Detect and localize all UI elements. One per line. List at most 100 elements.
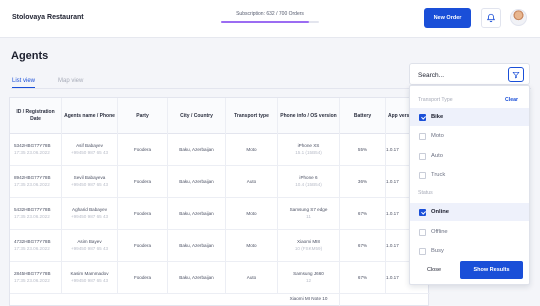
option-label: Auto — [431, 153, 443, 159]
tab-map-view[interactable]: Map view — [58, 78, 83, 84]
battery-cell: 67% — [340, 262, 386, 294]
option-label: Busy — [431, 248, 444, 254]
phone-info-cell: iPhone 6 10.4 (15B54) — [278, 166, 340, 198]
col-agent[interactable]: Agents name / Phone — [62, 98, 118, 134]
agent-id-cell: 2845HBG77Y78B 17:35 23.06.2022 — [10, 262, 62, 294]
phone-info-cell: Samsung S7 edge 11 — [278, 198, 340, 230]
party-cell: Foodera — [118, 262, 168, 294]
battery-cell: 67% — [340, 198, 386, 230]
phone-info-cell: Samsung J660 12 — [278, 262, 340, 294]
phone-info-cell: Xiaomi MI8 10 (FSKM59) — [278, 230, 340, 262]
device-model: Xiaomi MI8 — [297, 239, 320, 245]
bell-icon — [486, 13, 496, 23]
agent-phone: +99450 987 65 43 — [70, 246, 109, 251]
agent-phone: +99450 987 65 43 — [70, 278, 109, 283]
col-id[interactable]: ID / Registration Date — [10, 98, 62, 134]
new-order-button[interactable]: New Order — [424, 8, 471, 28]
agent-id: 2845HBG77Y78B — [14, 271, 51, 277]
table-row[interactable]: 5432HBG77Y78B 17:35 23.06.2022 Agharid Ba… — [10, 198, 430, 230]
filter-option-moto[interactable]: Moto — [410, 127, 529, 145]
checkbox-checked[interactable] — [419, 113, 426, 121]
col-city[interactable]: City / Country — [168, 98, 226, 134]
os-version: 12 — [305, 278, 312, 283]
os-version: 15.1 (15B54) — [295, 150, 322, 155]
transport-cell: Auto — [226, 262, 278, 294]
checkbox[interactable] — [419, 132, 426, 140]
os-version: 11 — [306, 214, 311, 219]
checkbox[interactable] — [419, 152, 426, 160]
filter-option-busy[interactable]: Busy — [410, 242, 529, 260]
os-version: 10.4 (15B54) — [295, 182, 322, 187]
subscription-text: Subscription: 632 / 700 Orders — [236, 11, 304, 17]
table-row[interactable]: 5342HBG77Y78B 17:35 23.06.2022 Asif Babay… — [10, 134, 430, 166]
top-bar: Stolovaya Restaurant Subscription: 632 /… — [0, 0, 540, 38]
registration-date: 17:35 23.06.2022 — [14, 150, 50, 155]
filter-dropdown: Transport Type Clear Bike Moto Auto Truc… — [409, 85, 530, 285]
agent-id: 4732HBG77Y78B — [14, 239, 51, 245]
status-heading: Status — [418, 190, 433, 196]
agent-phone: +99450 987 65 43 — [70, 150, 109, 155]
page-title: Agents — [11, 50, 49, 62]
table-header: ID / Registration Date Agents name / Pho… — [10, 98, 430, 134]
phone-info-cell: iPhone XS 15.1 (15B54) — [278, 134, 340, 166]
transport-cell: Moto — [226, 198, 278, 230]
city-cell: Baku, Azerbaijan — [168, 166, 226, 198]
subscription-progress-fill — [221, 21, 310, 23]
agent-name-cell: Asim Bayev +99450 987 65 43 — [62, 230, 118, 262]
search-input[interactable] — [418, 69, 498, 81]
filter-option-truck[interactable]: Truck — [410, 166, 529, 184]
agent-name-cell: Agharid Babayev +99450 987 65 43 — [62, 198, 118, 230]
agent-id-cell: 8942HBG77Y78B 17:35 23.06.2022 — [10, 166, 62, 198]
col-transport[interactable]: Transport type — [226, 98, 278, 134]
battery-cell: 67% — [340, 230, 386, 262]
table-row[interactable]: 4732HBG77Y78B 17:35 23.06.2022 Asim Bayev… — [10, 230, 430, 262]
filter-option-offline[interactable]: Offline — [410, 223, 529, 241]
option-label: Offline — [431, 229, 448, 235]
battery-cell: 36% — [340, 166, 386, 198]
agent-phone: +99450 987 65 43 — [70, 214, 109, 219]
agent-id-cell: 5432HBG77Y78B 17:35 23.06.2022 — [10, 198, 62, 230]
device-model: Xiaomi MI Note 10 — [289, 296, 328, 301]
option-label: Moto — [431, 133, 444, 139]
tab-list-view[interactable]: List view — [12, 78, 36, 88]
table-row[interactable]: 8942HBG77Y78B 17:35 23.06.2022 Sevil Baba… — [10, 166, 430, 198]
option-label: Bike — [431, 114, 444, 120]
agents-table: ID / Registration Date Agents name / Pho… — [9, 97, 430, 306]
filter-option-bike[interactable]: Bike — [410, 108, 529, 126]
col-battery[interactable]: Battery — [340, 98, 386, 134]
brand-name: Stolovaya Restaurant — [12, 14, 84, 21]
checkbox-checked[interactable] — [419, 208, 426, 216]
registration-date: 17:35 23.06.2022 — [14, 182, 50, 187]
agent-id: 5342HBG77Y78B — [14, 143, 51, 149]
table-row[interactable]: 2845HBG77Y78B 17:35 23.06.2022 Kasim Mamm… — [10, 262, 430, 294]
agent-name: Asim Bayev — [77, 239, 102, 245]
transport-type-heading: Transport Type — [418, 97, 453, 103]
show-results-button[interactable]: Show Results — [460, 261, 523, 279]
user-avatar[interactable] — [510, 9, 527, 26]
agent-name: Asif Babayev — [76, 143, 103, 149]
checkbox[interactable] — [419, 247, 426, 255]
table-row[interactable]: Xiaomi MI Note 10 — [10, 294, 430, 306]
checkbox[interactable] — [419, 171, 426, 179]
party-cell: Foodera — [118, 166, 168, 198]
party-cell: Foodera — [118, 134, 168, 166]
agent-id: 8942HBG77Y78B — [14, 175, 51, 181]
checkbox[interactable] — [419, 228, 426, 236]
city-cell: Baku, Azerbaijan — [168, 262, 226, 294]
close-button[interactable]: Close — [418, 262, 450, 278]
notifications-button[interactable] — [481, 8, 501, 28]
filter-option-auto[interactable]: Auto — [410, 147, 529, 165]
registration-date: 17:35 23.06.2022 — [14, 214, 50, 219]
agent-name-cell: Kasim Mammadov +99450 987 65 43 — [62, 262, 118, 294]
option-label: Truck — [431, 172, 446, 178]
city-cell: Baku, Azerbaijan — [168, 230, 226, 262]
col-party[interactable]: Party — [118, 98, 168, 134]
filter-button[interactable] — [508, 67, 524, 82]
col-phone-info[interactable]: Phone info / OS version — [278, 98, 340, 134]
agent-id-cell: 4732HBG77Y78B 17:35 23.06.2022 — [10, 230, 62, 262]
agent-id: 5432HBG77Y78B — [14, 207, 51, 213]
device-model: iPhone 6 — [299, 175, 318, 181]
filter-option-online[interactable]: Online — [410, 203, 529, 221]
clear-filters-link[interactable]: Clear — [505, 97, 518, 103]
subscription-progress — [221, 21, 319, 23]
